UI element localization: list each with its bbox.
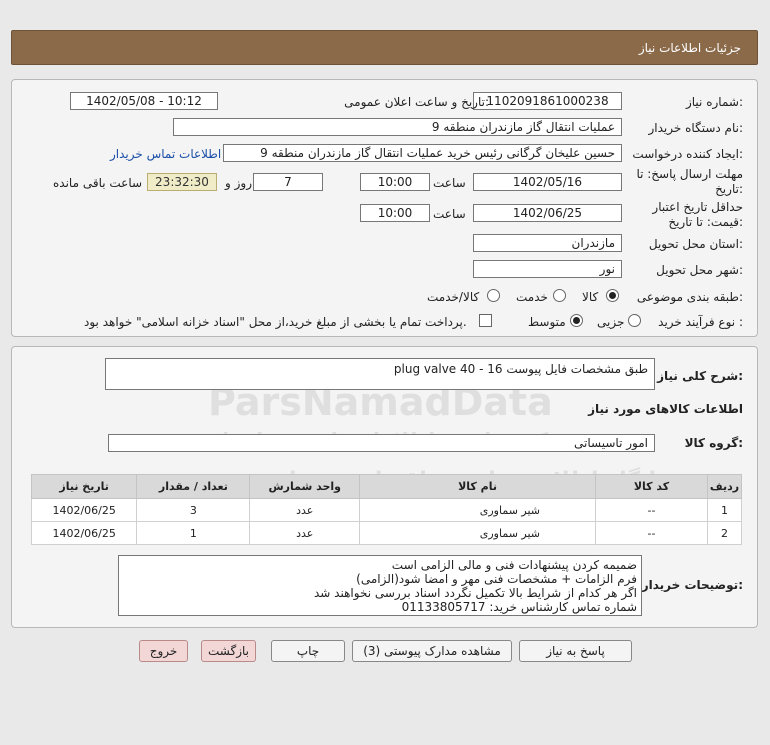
validity-time-label: ساعت (433, 207, 466, 221)
col-item-code: کد کالا (595, 474, 708, 499)
cell-row: 2 (706, 521, 743, 545)
col-quantity: تعداد / مقدار (136, 474, 251, 499)
province-field: مازندران (473, 234, 622, 252)
cell-quantity: 1 (136, 521, 251, 545)
buyer-note-line: فرم الزامات + مشخصات فنی مهر و امضا شود(… (356, 572, 637, 586)
validity-time-field: 10:00 (360, 204, 430, 222)
validity-date-field: 1402/06/25 (473, 204, 622, 222)
buyer-note-line: اگر هر کدام از شرایط بالا تکمیل نگردد اس… (314, 586, 637, 600)
buyer-note-line: شماره تماس کارشناس خرید: 01133805717 (401, 600, 637, 614)
category-radio-goods-service[interactable] (487, 289, 500, 302)
cell-need-date: 1402/06/25 (30, 498, 138, 522)
process-label: نوع فرآیند خرید : (658, 315, 743, 329)
process-radio-medium[interactable] (570, 314, 583, 327)
cell-need-date: 1402/06/25 (30, 521, 138, 545)
announce-datetime-label: تاریخ و ساعت اعلان عمومی: (344, 95, 489, 109)
col-row: ردیف (706, 474, 743, 499)
remaining-time-label: ساعت باقی مانده (53, 176, 143, 190)
print-button[interactable]: چاپ (271, 640, 345, 662)
cell-quantity: 3 (136, 498, 251, 522)
exit-button[interactable]: خروج (139, 640, 188, 662)
city-label: شهر محل تحویل: (656, 263, 743, 277)
deadline-label: مهلت ارسال پاسخ: تا (636, 167, 743, 181)
description-label: شرح کلی نیاز: (657, 369, 743, 383)
category-option-goods: کالا (582, 290, 599, 304)
deadline-date-field: 1402/05/16 (473, 173, 622, 191)
remaining-time-display: 23:32:30 (147, 173, 217, 191)
category-radio-goods[interactable] (606, 289, 619, 302)
col-need-date: تاریخ نیاز (30, 474, 138, 499)
goods-group-field: امور تاسیساتی (108, 434, 655, 452)
goods-section-title: اطلاعات کالاهای مورد نیاز (588, 402, 743, 416)
reply-button[interactable]: پاسخ به نیاز (519, 640, 632, 662)
process-radio-minor[interactable] (628, 314, 641, 327)
city-field: نور (473, 260, 622, 278)
goods-group-label: گروه کالا: (684, 436, 743, 450)
process-option-minor: جزیی (597, 315, 625, 329)
category-label: طبقه بندی موضوعی: (636, 290, 743, 304)
back-button[interactable]: بازگشت (201, 640, 256, 662)
cell-item-code: -- (595, 498, 708, 522)
cell-row: 1 (706, 498, 743, 522)
cell-item-name: شیر سماوری (359, 521, 597, 545)
page-title: جزئیات اطلاعات نیاز (638, 41, 741, 55)
cell-item-name: شیر سماوری (359, 498, 597, 522)
category-radio-service[interactable] (553, 289, 566, 302)
need-number-label: شماره نیاز: (685, 95, 743, 109)
deadline-label-line2: تاریخ: (715, 182, 743, 196)
goods-table: تاریخ نیاز تعداد / مقدار واحد شمارش نام … (30, 474, 743, 545)
buyer-org-label: نام دستگاه خریدار: (648, 121, 744, 135)
buyer-note-line: ضمیمه کردن پیشنهادات فنی و مالی الزامی ا… (391, 558, 637, 572)
table-row: 1402/06/25 1 عدد شیر سماوری -- 2 (30, 521, 743, 545)
buyer-notes-label: توضیحات خریدار: (641, 578, 743, 592)
deadline-time-label: ساعت (433, 176, 466, 190)
announce-datetime-field: 1402/05/08 - 10:12 (70, 92, 218, 110)
requester-label: ایجاد کننده درخواست: (632, 147, 743, 161)
page-header: جزئیات اطلاعات نیاز (11, 30, 758, 65)
view-attachments-button[interactable]: مشاهده مدارک پیوستی (3) (352, 640, 512, 662)
validity-label: حداقل تاریخ اعتبار (652, 200, 743, 214)
category-option-goods-service: کالا/خدمت (427, 290, 480, 304)
col-item-name: نام کالا (359, 474, 597, 499)
col-unit: واحد شمارش (249, 474, 361, 499)
treasury-checkbox[interactable] (479, 314, 492, 327)
cell-item-code: -- (595, 521, 708, 545)
category-option-service: خدمت (516, 290, 548, 304)
province-label: استان محل تحویل: (648, 237, 743, 251)
buyer-org-field: عملیات انتقال گاز مازندران منطقه 9 (173, 118, 622, 136)
treasury-note: پرداخت تمام یا بخشی از مبلغ خرید،از محل … (84, 315, 467, 329)
cell-unit: عدد (249, 498, 361, 522)
days-label: روز و (225, 176, 252, 190)
description-field: plug valve 40 - 16 طبق مشخصات فایل پیوست (105, 358, 655, 390)
deadline-time-field: 10:00 (360, 173, 430, 191)
buyer-contact-link[interactable]: اطلاعات تماس خریدار (110, 147, 221, 161)
validity-label-line2: قیمت: تا تاریخ: (668, 215, 743, 229)
goods-table-header: تاریخ نیاز تعداد / مقدار واحد شمارش نام … (30, 474, 743, 499)
table-row: 1402/06/25 3 عدد شیر سماوری -- 1 (30, 498, 743, 522)
process-option-medium: متوسط (528, 315, 566, 329)
deadline-days-field: 7 (253, 173, 323, 191)
requester-field: حسین علیخان گرگانی رئیس خرید عملیات انتق… (223, 144, 622, 162)
need-number-field: 1102091861000238 (473, 92, 622, 110)
buyer-notes-box: ضمیمه کردن پیشنهادات فنی و مالی الزامی ا… (118, 555, 642, 616)
cell-unit: عدد (249, 521, 361, 545)
